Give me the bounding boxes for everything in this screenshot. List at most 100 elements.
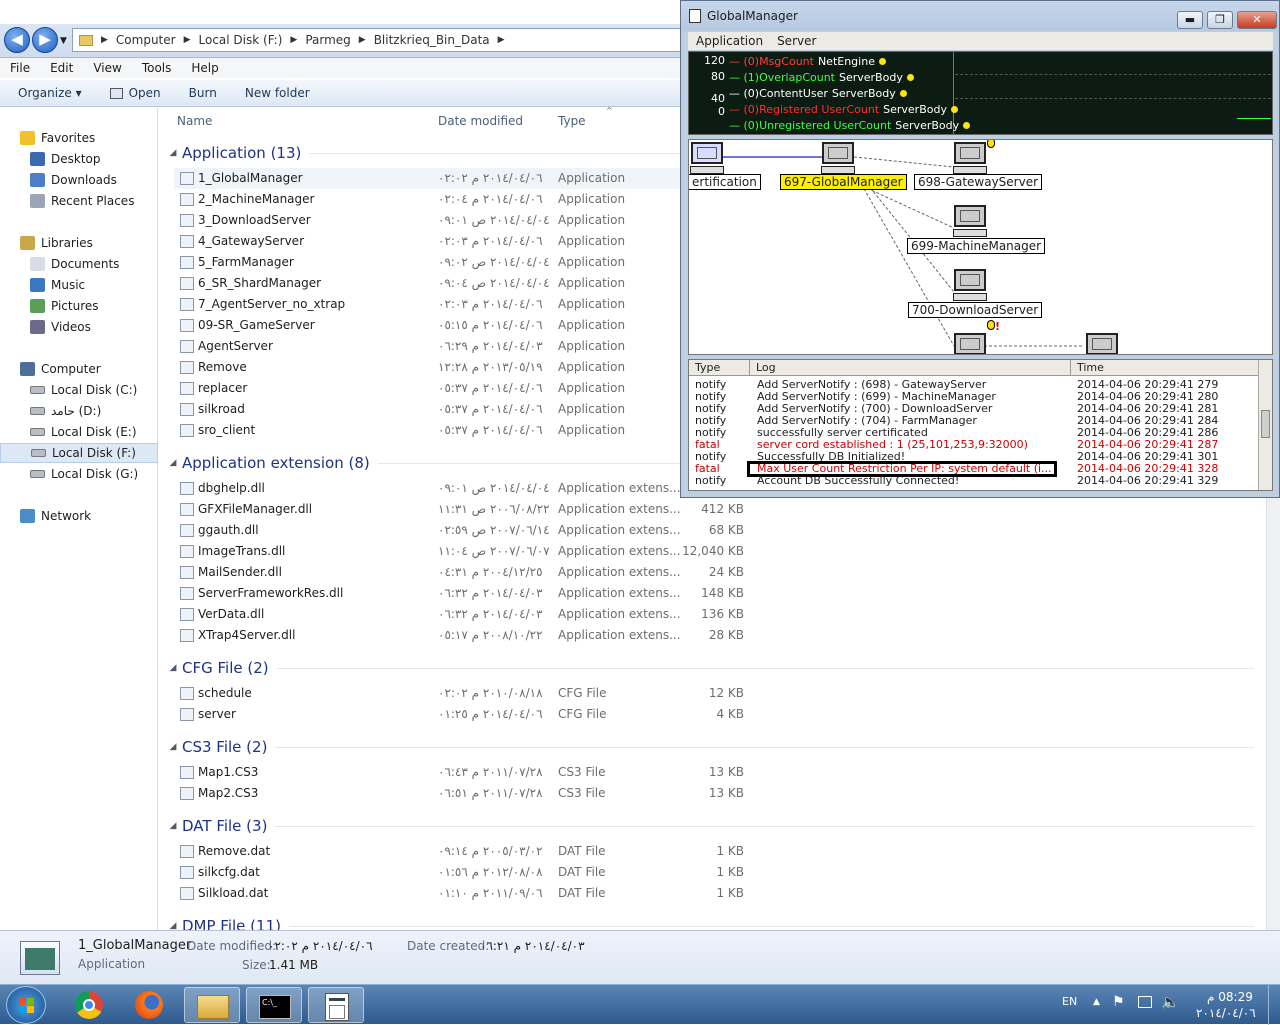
collapse-triangle-icon[interactable]: ◢: [164, 458, 182, 468]
log-scrollbar[interactable]: [1258, 360, 1272, 490]
legend-body: ServerBody: [883, 103, 947, 116]
sidebar-item-computer[interactable]: Computer: [0, 359, 158, 379]
node-machinemanager[interactable]: 699-MachineManager: [907, 238, 1046, 254]
sidebar-item-local-disk-f[interactable]: Local Disk (F:): [0, 443, 158, 463]
sidebar-item-network[interactable]: Network: [0, 506, 158, 526]
server-computer-icon[interactable]: [821, 142, 855, 176]
node-certification[interactable]: ertification: [689, 174, 761, 190]
menu-file[interactable]: File: [10, 61, 30, 75]
server-computer-icon[interactable]: [953, 142, 987, 176]
server-computer-icon[interactable]: [690, 142, 724, 176]
close-button[interactable]: ✕: [1237, 11, 1277, 29]
collapse-triangle-icon[interactable]: ◢: [164, 921, 182, 930]
file-row[interactable]: Map2.CS3 ٢٠١١/٠٧/٢٨ م ٠٦:٥١ CS3 File 13 KB: [174, 783, 1264, 804]
sidebar-item-music[interactable]: Music: [0, 275, 158, 295]
file-row[interactable]: XTrap4Server.dll ٢٠٠٨/١٠/٢٢ م ٠٥:١٧ Applic…: [174, 625, 1264, 646]
sidebar-item-downloads[interactable]: Downloads: [0, 170, 158, 190]
node-downloadserver[interactable]: 700-DownloadServer: [908, 302, 1043, 318]
back-button[interactable]: ◀: [4, 27, 30, 53]
server-computer-icon[interactable]: [954, 333, 986, 354]
breadcrumb-blitzkrieq[interactable]: Blitzkrieq_Bin_Data ▶: [374, 33, 505, 47]
group-divider: [276, 667, 1254, 669]
log-col-type[interactable]: Type: [695, 361, 720, 374]
sidebar-item-videos[interactable]: Videos: [0, 317, 158, 337]
file-row[interactable]: silkcfg.dat ٢٠١٢/٠٨/٠٨ م ٠١:٥٦ DAT File 1 K…: [174, 862, 1264, 883]
taskbar-chrome[interactable]: [62, 987, 118, 1023]
file-row[interactable]: GFXFileManager.dll ٢٠٠٦/٠٨/٢٢ ص ١١:٣١ Appl…: [174, 499, 1264, 520]
sidebar-item-recent-places[interactable]: Recent Places: [0, 191, 158, 211]
breadcrumb-computer[interactable]: Computer ▶: [116, 33, 191, 47]
column-type[interactable]: Type: [558, 114, 586, 128]
sidebar-item-libraries[interactable]: Libraries: [0, 233, 158, 253]
file-row[interactable]: Remove.dat ٢٠٠٥/٠٣/٠٢ م ٠٩:١٤ DAT File 1 KB: [174, 841, 1264, 862]
new-folder-button[interactable]: New folder: [245, 86, 310, 100]
breadcrumb-local-disk-f[interactable]: Local Disk (F:) ▶: [199, 33, 298, 47]
sidebar-item-desktop[interactable]: Desktop: [0, 149, 158, 169]
node-globalmanager[interactable]: 697-GlobalManager: [780, 174, 907, 190]
clock-date[interactable]: ٢٠١٤/٠٤/٠٦: [1196, 1006, 1256, 1020]
network-status-icon[interactable]: [1138, 996, 1152, 1008]
show-hidden-icons-icon[interactable]: ▲: [1093, 997, 1100, 1007]
node-gatewayserver[interactable]: 698-GatewayServer: [914, 174, 1043, 190]
file-row[interactable]: MailSender.dll ٢٠٠٤/١٢/٢٥ م ٠٤:٣١ Applicat…: [174, 562, 1264, 583]
menu-view[interactable]: View: [93, 61, 121, 75]
forward-button[interactable]: ▶: [32, 27, 58, 53]
recent-pages-chevron-icon[interactable]: ▼: [60, 36, 67, 46]
sidebar-item-local-disk-e[interactable]: Local Disk (E:): [0, 422, 158, 442]
server-computer-icon[interactable]: [953, 205, 987, 239]
menu-help[interactable]: Help: [191, 61, 218, 75]
file-date: ٢٠١٤/٠٤/٠٤ ص ٠٩:٠١: [438, 481, 550, 495]
file-row[interactable]: schedule ٢٠١٠/٠٨/١٨ م ٠٢:٠٢ CFG File 12 KB: [174, 683, 1264, 704]
file-row[interactable]: Map1.CS3 ٢٠١١/٠٧/٢٨ م ٠٦:٤٣ CS3 File 13 KB: [174, 762, 1264, 783]
menu-tools[interactable]: Tools: [142, 61, 172, 75]
organize-button[interactable]: Organize ▾: [18, 86, 82, 100]
show-desktop-button[interactable]: [1268, 985, 1280, 1025]
start-button[interactable]: [6, 986, 46, 1024]
breadcrumb-parmeg[interactable]: Parmeg ▶: [305, 33, 365, 47]
menu-edit[interactable]: Edit: [50, 61, 73, 75]
group-header[interactable]: ◢ CS3 File (2): [160, 735, 1260, 759]
taskbar-firefox[interactable]: [122, 987, 178, 1023]
clock-time[interactable]: 08:29 م: [1207, 990, 1253, 1004]
sidebar-item-pictures[interactable]: Pictures: [0, 296, 158, 316]
column-date-modified[interactable]: Date modified: [438, 114, 523, 128]
taskbar-console[interactable]: C:\_: [246, 987, 302, 1023]
action-center-flag-icon[interactable]: ⚑: [1112, 994, 1125, 1010]
open-button[interactable]: Open: [109, 86, 161, 100]
sidebar-item-d[interactable]: حامد (D:): [0, 401, 158, 421]
file-row[interactable]: VerData.dll ٢٠١٤/٠٤/٠٣ م ٠٦:٣٢ Application…: [174, 604, 1264, 625]
taskbar-globalmanager[interactable]: [308, 987, 364, 1023]
maximize-button[interactable]: ❐: [1207, 11, 1233, 29]
file-row[interactable]: server ٢٠١٤/٠٤/٠٦ م ٠١:٢٥ CFG File 4 KB: [174, 704, 1264, 725]
log-col-log[interactable]: Log: [756, 361, 776, 374]
column-name[interactable]: Name: [177, 114, 212, 128]
sidebar-item-local-disk-g[interactable]: Local Disk (G:): [0, 464, 158, 484]
taskbar-explorer[interactable]: [184, 987, 240, 1023]
sidebar-item-local-disk-c[interactable]: Local Disk (C:): [0, 380, 158, 400]
file-row[interactable]: Silkload.dat ٢٠١١/٠٩/٠٦ م ٠١:١٠ DAT File 1 …: [174, 883, 1264, 904]
collapse-triangle-icon[interactable]: ◢: [164, 742, 182, 752]
collapse-triangle-icon[interactable]: ◢: [164, 148, 182, 158]
sidebar-item-favorites[interactable]: Favorites: [0, 128, 158, 148]
menu-application[interactable]: Application: [696, 34, 763, 48]
scroll-thumb[interactable]: [1261, 410, 1270, 438]
collapse-triangle-icon[interactable]: ◢: [164, 821, 182, 831]
group-header[interactable]: ◢ DMP File (11): [160, 914, 1260, 930]
collapse-triangle-icon[interactable]: ◢: [164, 663, 182, 673]
minimize-button[interactable]: ▬: [1177, 11, 1203, 29]
sidebar-item-documents[interactable]: Documents: [0, 254, 158, 274]
file-row[interactable]: ServerFrameworkRes.dll ٢٠١٤/٠٤/٠٣ م ٠٦:٣٢…: [174, 583, 1264, 604]
file-row[interactable]: ggauth.dll ٢٠٠٧/٠٦/١٤ ص ٠٢:٥٩ Application …: [174, 520, 1264, 541]
group-header[interactable]: ◢ CFG File (2): [160, 656, 1260, 680]
address-box[interactable]: ▶ Computer ▶ Local Disk (F:) ▶ Parmeg ▶ Bli…: [72, 28, 682, 52]
server-computer-icon[interactable]: [1086, 333, 1118, 354]
library-icon: [20, 236, 35, 250]
burn-button[interactable]: Burn: [189, 86, 217, 100]
volume-icon[interactable]: 🔈: [1161, 993, 1180, 1011]
language-indicator[interactable]: EN: [1062, 995, 1077, 1008]
server-computer-icon[interactable]: [953, 269, 987, 303]
log-col-time[interactable]: Time: [1077, 361, 1104, 374]
group-header[interactable]: ◢ DAT File (3): [160, 814, 1260, 838]
file-row[interactable]: ImageTrans.dll ٢٠٠٧/٠٦/٠٧ ص ١١:٠٤ Applicat…: [174, 541, 1264, 562]
menu-server[interactable]: Server: [777, 34, 816, 48]
